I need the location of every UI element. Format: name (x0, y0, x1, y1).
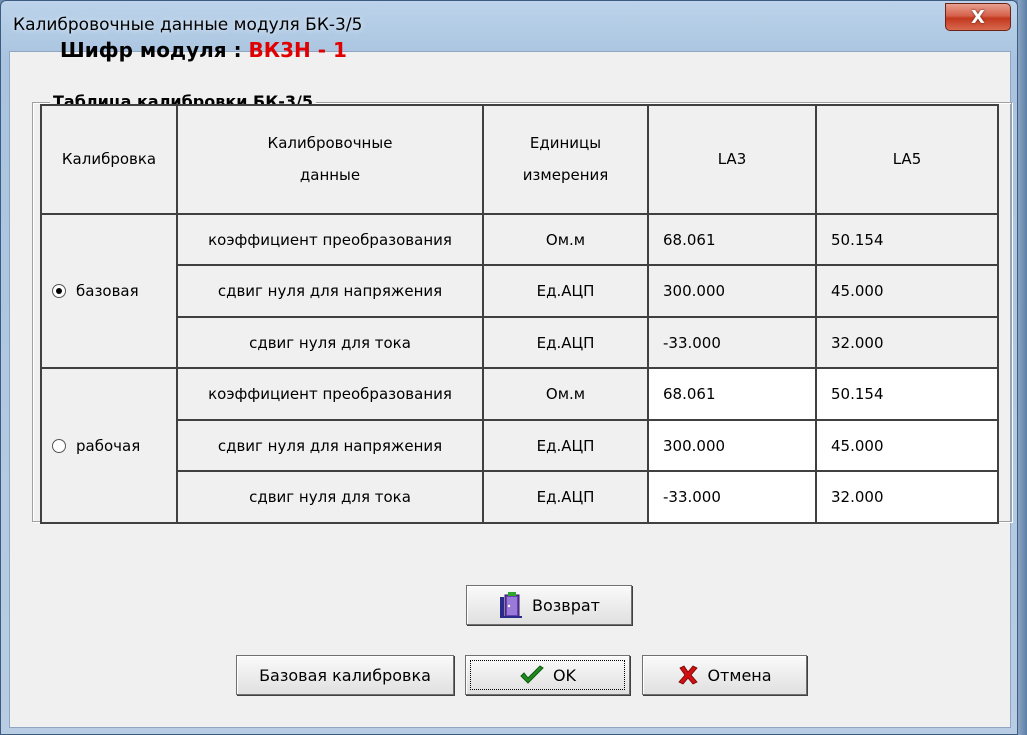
row-unit-cell: Ед.АЦП (482, 470, 649, 524)
row-unit-cell: Ед.АЦП (482, 264, 649, 318)
header-units-line1: Единицы (529, 134, 602, 153)
calibration-radio-cell: базовая (40, 212, 178, 370)
la3-cell[interactable]: 68.061 (647, 212, 817, 267)
la3-cell[interactable]: 300.000 (647, 418, 817, 473)
module-cipher: Шифр модуля : ВК3Н - 1 (60, 38, 347, 62)
row-name-cell: коэффициент преобразования (176, 367, 484, 421)
calibration-radio-cell: рабочая (40, 367, 178, 524)
table-row: сдвиг нуля для тока Ед.АЦП -33.000 32.00… (41, 315, 999, 370)
row-unit-cell: Ом.м (482, 212, 649, 267)
la3-cell[interactable]: -33.000 (647, 470, 817, 524)
window-title: Калибровочные данные модуля БК-3/5 (13, 15, 363, 35)
row-name-cell: сдвиг нуля для напряжения (176, 418, 484, 473)
cancel-button-label: Отмена (707, 665, 772, 685)
header-calibration-data-line1: Калибровочные (267, 134, 393, 153)
la5-cell[interactable]: 50.154 (815, 367, 999, 421)
la5-cell[interactable]: 50.154 (815, 212, 999, 267)
close-button[interactable]: X (945, 3, 1011, 31)
radio-base-label: базовая (76, 282, 139, 301)
la5-cell[interactable]: 45.000 (815, 264, 999, 318)
header-calibration-data-line2: данные (299, 166, 361, 185)
table-header-row: Калибровка Калибровочные данные Единицы … (40, 104, 999, 215)
focus-rectangle (470, 660, 625, 690)
header-units: Единицы измерения (482, 104, 649, 215)
row-name-cell: коэффициент преобразования (176, 212, 484, 267)
la5-cell[interactable]: 45.000 (815, 418, 999, 473)
return-button[interactable]: Возврат (466, 585, 632, 625)
calibration-table: Калибровка Калибровочные данные Единицы … (40, 104, 999, 524)
row-unit-cell: Ед.АЦП (482, 418, 649, 473)
door-exit-icon (500, 592, 522, 618)
cipher-value: ВК3Н - 1 (248, 38, 347, 62)
radio-base-option[interactable]: базовая (42, 282, 176, 300)
return-button-label: Возврат (532, 595, 600, 615)
desktop-background (1018, 0, 1027, 735)
table-row: базовая коэффициент преобразования Ом.м … (40, 212, 999, 370)
la3-cell[interactable]: 300.000 (647, 264, 817, 318)
header-calibration-data: Калибровочные данные (176, 104, 484, 215)
radio-base[interactable] (52, 284, 66, 299)
row-name-cell: сдвиг нуля для напряжения (176, 264, 484, 318)
row-name-cell: сдвиг нуля для тока (176, 315, 484, 370)
header-la5: LA5 (815, 104, 999, 215)
row-name-cell: сдвиг нуля для тока (176, 470, 484, 524)
cipher-label: Шифр модуля : (60, 38, 249, 62)
la3-cell[interactable]: -33.000 (647, 315, 817, 370)
header-calibration: Калибровка (40, 104, 178, 215)
la5-cell[interactable]: 32.000 (815, 470, 999, 524)
ok-button[interactable]: OK (465, 655, 630, 695)
header-la3: LA3 (647, 104, 817, 215)
table-row: сдвиг нуля для тока Ед.АЦП -33.000 32.00… (41, 470, 999, 524)
table-row: сдвиг нуля для напряжения Ед.АЦП 300.000… (41, 264, 999, 318)
radio-work-label: рабочая (76, 436, 141, 455)
red-x-icon (678, 665, 699, 685)
cancel-button[interactable]: Отмена (642, 655, 807, 695)
radio-work-option[interactable]: рабочая (42, 437, 176, 455)
base-calibration-button-label: Базовая калибровка (259, 665, 431, 685)
close-icon: X (971, 6, 985, 28)
row-unit-cell: Ед.АЦП (482, 315, 649, 370)
la3-cell[interactable]: 68.061 (647, 367, 817, 421)
base-calibration-button[interactable]: Базовая калибровка (236, 655, 454, 695)
table-row: рабочая коэффициент преобразования Ом.м … (40, 367, 999, 524)
la5-cell[interactable]: 32.000 (815, 315, 999, 370)
header-units-line2: измерения (522, 166, 609, 185)
table-row: сдвиг нуля для напряжения Ед.АЦП 300.000… (41, 418, 999, 473)
row-unit-cell: Ом.м (482, 367, 649, 421)
radio-work[interactable] (52, 438, 66, 453)
